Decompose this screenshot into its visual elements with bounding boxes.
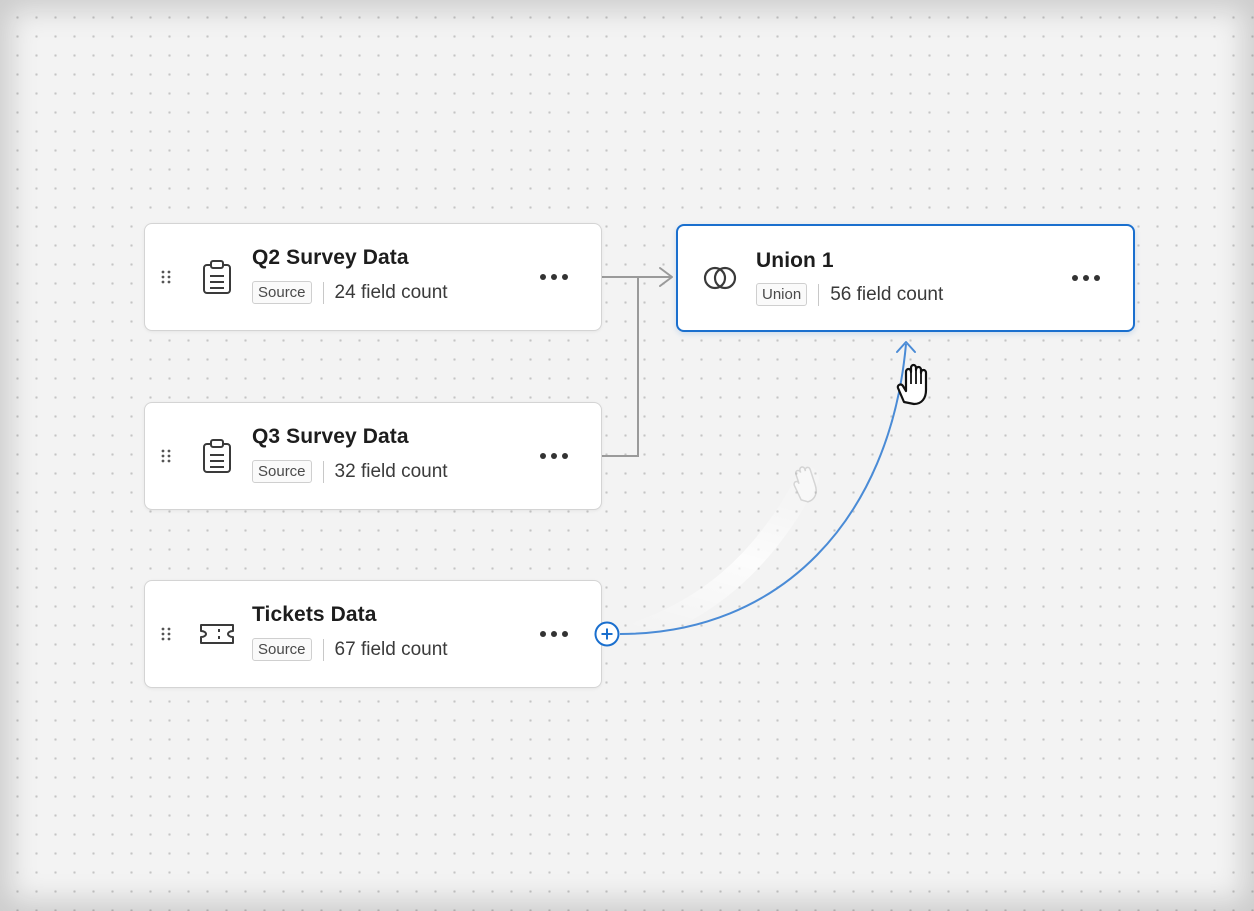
node-meta: Source 32 field count <box>252 460 448 483</box>
node-q2-survey-data[interactable]: Q2 Survey Data Source 24 field count <box>144 223 602 331</box>
meta-divider <box>322 638 324 661</box>
node-meta: Source 67 field count <box>252 638 448 661</box>
more-horizontal-icon[interactable] <box>539 452 569 460</box>
node-title: Q2 Survey Data <box>252 246 409 269</box>
connector-q3-union[interactable] <box>602 277 639 457</box>
node-title: Tickets Data <box>252 603 377 626</box>
clipboard-icon <box>203 260 231 294</box>
drag-handle-icon[interactable] <box>161 270 171 284</box>
node-union-1[interactable]: Union 1 Union 56 field count <box>676 224 1135 332</box>
plus-circle-icon[interactable] <box>594 621 620 647</box>
more-horizontal-icon[interactable] <box>539 273 569 281</box>
union-icon <box>703 266 737 290</box>
node-type-badge: Source <box>252 281 312 304</box>
node-title: Union 1 <box>756 249 834 272</box>
drag-connection-line[interactable] <box>619 343 907 635</box>
field-count: 56 field count <box>830 283 944 305</box>
node-type-badge: Source <box>252 638 312 661</box>
drag-handle-icon[interactable] <box>161 627 171 641</box>
field-count: 24 field count <box>334 281 448 303</box>
ticket-icon <box>200 624 234 644</box>
meta-divider <box>322 281 324 304</box>
meta-divider <box>818 283 820 306</box>
drag-handle-icon[interactable] <box>161 449 171 463</box>
field-count: 67 field count <box>334 638 448 660</box>
node-title: Q3 Survey Data <box>252 425 409 448</box>
grab-hand-cursor <box>896 363 928 406</box>
more-horizontal-icon[interactable] <box>539 630 569 638</box>
clipboard-icon <box>203 439 231 473</box>
node-tickets-data[interactable]: Tickets Data Source 67 field count <box>144 580 602 688</box>
meta-divider <box>322 460 324 483</box>
node-type-badge: Source <box>252 460 312 483</box>
workflow-canvas[interactable]: Q2 Survey Data Source 24 field count Q3 … <box>0 0 1254 911</box>
more-horizontal-icon[interactable] <box>1071 274 1101 282</box>
node-q3-survey-data[interactable]: Q3 Survey Data Source 32 field count <box>144 402 602 510</box>
node-type-badge: Union <box>756 283 808 306</box>
field-count: 32 field count <box>334 460 448 482</box>
node-meta: Union 56 field count <box>756 283 943 306</box>
node-meta: Source 24 field count <box>252 281 448 304</box>
drag-motion-trail <box>629 467 819 643</box>
